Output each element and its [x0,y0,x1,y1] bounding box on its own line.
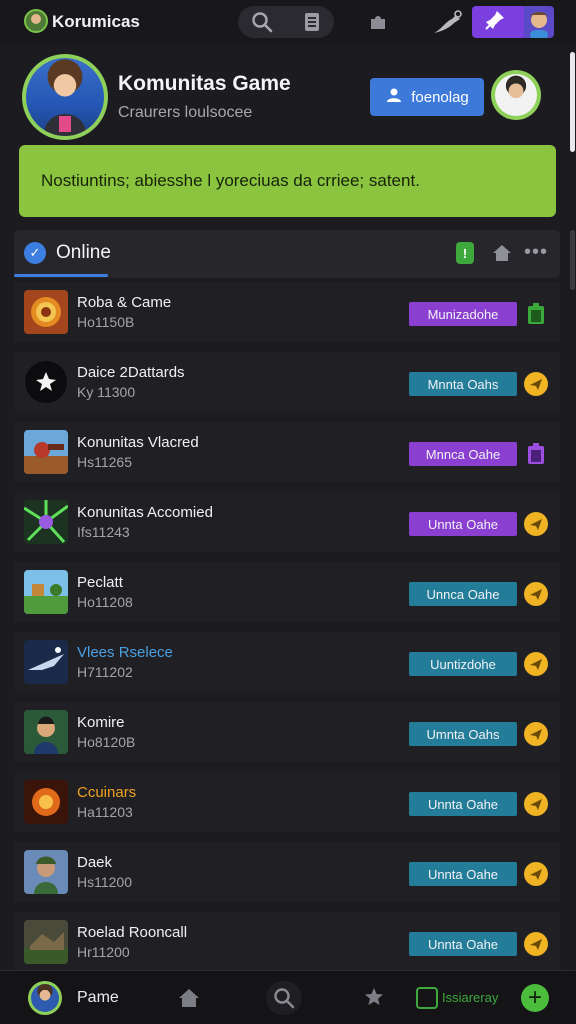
plane-icon[interactable] [524,932,548,956]
game-tag-button[interactable]: Unnta Oahe [409,932,517,956]
game-thumbnail [24,640,68,684]
profile-subtitle: Craurers loulsocee [118,104,253,121]
plane-icon[interactable] [524,372,548,396]
game-title: Roelad Rooncall [77,924,188,941]
game-thumbnail [24,290,68,334]
nav-profile-avatar[interactable] [28,981,62,1015]
top-bar: Korumicas [0,0,576,44]
scrollbar-track[interactable] [569,44,576,970]
game-thumbnail [24,360,68,404]
game-tag-button[interactable]: Unnta Oahe [409,792,517,816]
game-tag-button[interactable]: Umnta Oahs [409,722,517,746]
plane-icon[interactable] [524,792,548,816]
nav-profile-label[interactable]: Pame [77,989,119,1007]
add-button[interactable]: + [521,984,549,1012]
star-icon[interactable] [362,985,386,1009]
list-item[interactable]: Ccuinars Ha11203 Unnta Oahe [14,772,560,832]
profile-avatar[interactable] [22,54,108,140]
library-icon[interactable] [416,987,438,1009]
online-tab-indicator [14,274,108,277]
game-tag-button[interactable]: Mnnca Oahe [409,442,517,466]
tab-online[interactable]: Online [56,242,111,264]
game-thumbnail [24,570,68,614]
follow-button[interactable]: foenolag [370,78,484,116]
plane-icon[interactable] [524,652,548,676]
scrollbar-thumb[interactable] [570,52,575,152]
plant-icon[interactable] [432,8,464,36]
game-thumbnail [24,780,68,824]
game-tag-button[interactable]: Unnta Oahe [409,862,517,886]
game-tag-button[interactable]: Munizadohe [409,302,517,326]
game-title: Konunitas Accomied [77,504,213,521]
check-icon: ✓ [24,242,46,264]
plane-icon[interactable] [524,582,548,606]
list-item[interactable]: Daice 2Dattards Ky 11300 Mnnta Oahs [14,352,560,412]
game-title: Daice 2Dattards [77,364,185,381]
bottom-nav: Pame Issiareray + [0,970,576,1024]
game-title: Komire [77,714,125,731]
trash-icon[interactable] [524,302,548,326]
game-thumbnail [24,710,68,754]
game-title: Roba & Came [77,294,172,311]
search-icon[interactable] [272,986,296,1010]
document-icon[interactable] [300,10,324,34]
plane-icon[interactable] [524,512,548,536]
game-thumbnail [24,850,68,894]
nav-library-label[interactable]: Issiareray [442,990,498,1005]
list-item[interactable]: Vlees Rselece H711202 Uuntizdohe [14,632,560,692]
game-tag-button[interactable]: Uuntizdohe [409,652,517,676]
game-code: Hs11265 [77,454,133,470]
game-tag-button[interactable]: Unnca Oahe [409,582,517,606]
list-item[interactable]: Konunitas Vlacred Hs11265 Mnnca Oahe [14,422,560,482]
game-title: Peclatt [77,574,123,591]
search-icon[interactable] [250,10,274,34]
list-item[interactable]: Daek Hs11200 Unnta Oahe [14,842,560,902]
user-avatar-small[interactable] [524,6,554,38]
game-thumbnail [24,920,68,964]
game-title: Vlees Rselece [77,644,173,661]
puzzle-icon[interactable] [366,10,390,34]
friend-avatar[interactable] [491,70,541,120]
game-code: Ho11208 [77,594,133,610]
alert-icon[interactable]: ! [456,242,474,264]
pin-button[interactable] [472,6,526,38]
announcement-banner: Nostiuntins; abiesshe l yoreciuas da crr… [19,145,556,217]
game-code: Ifs11243 [77,524,130,540]
game-title: Daek [77,854,113,871]
list-item[interactable]: Roelad Rooncall Hr11200 Unnta Oahe [14,912,560,972]
home-icon[interactable] [176,985,202,1011]
plane-icon[interactable] [524,862,548,886]
list-item[interactable]: Peclatt Ho11208 Unnca Oahe [14,562,560,622]
list-item[interactable]: Roba & Came Ho1150B Munizadohe [14,282,560,342]
more-icon[interactable]: ••• [522,240,550,264]
game-code: H711202 [77,664,133,680]
list-item[interactable]: Komire Ho8120B Umnta Oahs [14,702,560,762]
app-title: Korumicas [52,12,140,31]
game-code: Ky 11300 [77,384,136,400]
trash-icon[interactable] [524,442,548,466]
home-icon[interactable] [490,241,514,265]
game-code: Ho1150B [77,314,135,330]
app-logo-icon [24,9,48,33]
game-tag-button[interactable]: Unnta Oahe [409,512,517,536]
game-title: Ccuinars [77,784,137,801]
user-plus-icon [385,86,403,108]
banner-text: Nostiuntins; abiesshe l yoreciuas da crr… [41,171,420,190]
list-item[interactable]: Konunitas Accomied Ifs11243 Unnta Oahe [14,492,560,552]
follow-button-label: foenolag [411,88,469,106]
plane-icon[interactable] [524,722,548,746]
game-code: Hr11200 [77,944,130,960]
scrollbar-thumb-secondary [570,230,575,290]
pin-icon [484,9,506,36]
game-thumbnail [24,500,68,544]
game-code: Ho8120B [77,734,136,750]
game-code: Hs11200 [77,874,133,890]
game-tag-button[interactable]: Mnnta Oahs [409,372,517,396]
game-code: Ha11203 [77,804,133,820]
game-title: Konunitas Vlacred [77,434,199,451]
game-thumbnail [24,430,68,474]
profile-name: Komunitas Game [118,72,291,95]
